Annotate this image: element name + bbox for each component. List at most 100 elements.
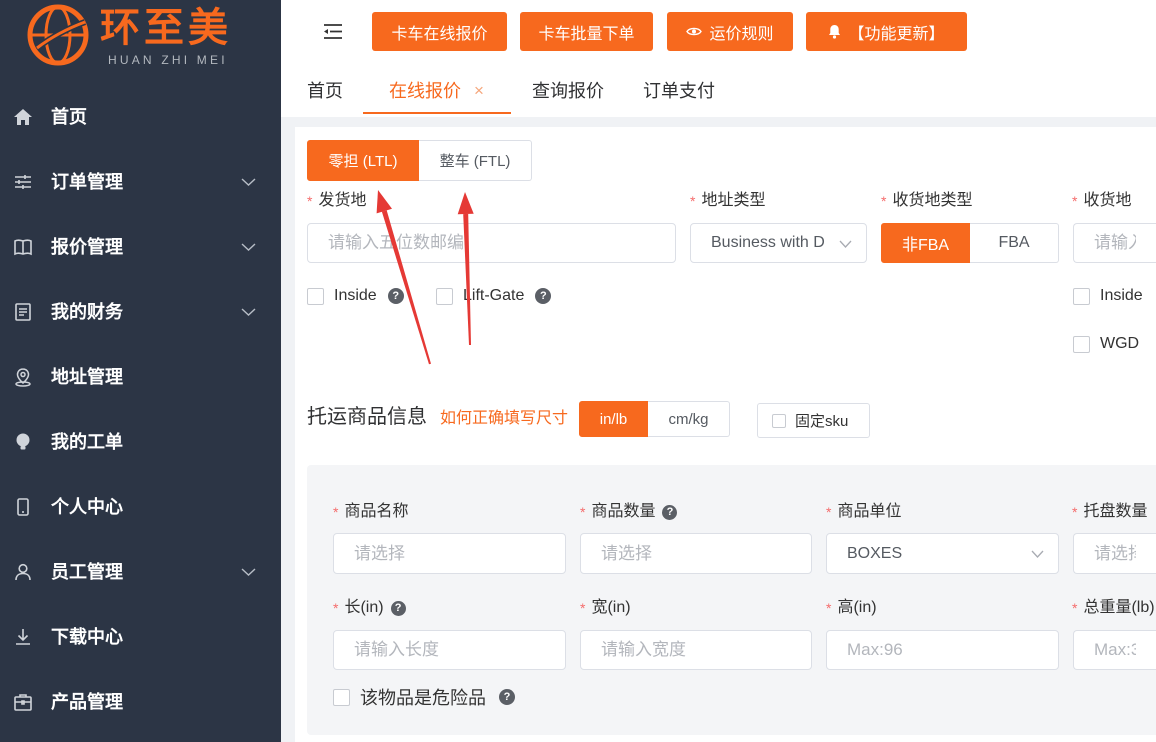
label-text: 发货地 (318, 192, 367, 209)
label-text: 收货地类型 (892, 192, 973, 209)
total-weight-input[interactable] (1073, 630, 1156, 670)
user-icon (15, 563, 31, 581)
required-mark: * (1072, 504, 1078, 520)
destination-type-non-fba[interactable]: 非FBA (881, 223, 970, 263)
product-unit-select[interactable]: BOXES (826, 533, 1059, 574)
label-text: 托盘数量 (1083, 503, 1148, 520)
checkbox[interactable] (772, 413, 786, 428)
tab-close-icon[interactable]: × (474, 80, 484, 102)
help-icon[interactable]: ? (390, 600, 406, 616)
product-quantity-input[interactable] (580, 533, 812, 574)
unit-option-cm-kg[interactable]: cm/kg (648, 401, 730, 437)
label-text: 商品单位 (837, 503, 902, 520)
destination-type-fba[interactable]: FBA (970, 223, 1059, 263)
sidebar-item-tickets[interactable]: 我的工单 (0, 410, 281, 475)
checkbox-label: Lift-Gate (463, 287, 525, 304)
sidebar: 环至美 HUAN ZHI MEI 首页 订单管理 报价管理 我的财务 地址管理 … (0, 0, 281, 742)
sidebar-item-finance[interactable]: 我的财务 (0, 280, 281, 345)
quote-form-card: 零担 (LTL) 整车 (FTL) * 发货地 * 地址类型 * 收货地类型 *… (295, 127, 1156, 742)
label-text: 商品数量 (591, 503, 656, 520)
book-icon (14, 239, 32, 256)
tab-online-quote[interactable]: 在线报价 (389, 80, 461, 102)
checkbox[interactable] (333, 688, 350, 706)
chevron-down-icon (241, 308, 256, 316)
product-name-input[interactable] (333, 533, 566, 574)
height-label: * 高(in) (826, 598, 877, 618)
required-mark: * (333, 600, 339, 616)
address-type-label: * 地址类型 (690, 191, 765, 211)
destination-label: * 收货地 (1072, 191, 1156, 211)
sidebar-item-products[interactable]: 产品管理 (0, 670, 281, 735)
tab-home[interactable]: 首页 (307, 80, 343, 102)
brand-subtitle: HUAN ZHI MEI (108, 53, 228, 67)
destination-type-label: * 收货地类型 (881, 191, 972, 211)
fixed-sku-checkbox[interactable]: 固定sku (757, 403, 870, 438)
sidebar-item-orders[interactable]: 订单管理 (0, 150, 281, 215)
help-icon[interactable]: ? (499, 689, 515, 705)
button-label: 【功能更新】 (848, 25, 945, 43)
destination-wgd-checkbox[interactable]: WGD (1073, 335, 1139, 353)
required-mark: * (690, 193, 696, 209)
pallet-quantity-input[interactable] (1073, 533, 1156, 574)
required-mark: * (826, 504, 832, 520)
help-icon[interactable]: ? (387, 288, 404, 304)
checkbox[interactable] (307, 287, 324, 305)
origin-inside-checkbox[interactable]: Inside ? (307, 287, 404, 305)
cargo-section-title: 托运商品信息 (307, 406, 427, 428)
origin-zip-input[interactable] (307, 223, 676, 263)
label-text: 商品名称 (344, 503, 409, 520)
checkbox[interactable] (1073, 335, 1090, 353)
origin-liftgate-checkbox[interactable]: Lift-Gate ? (436, 287, 552, 305)
label-text: 长(in) (344, 599, 384, 616)
label-text: 地址类型 (701, 192, 766, 209)
help-icon[interactable]: ? (662, 504, 678, 520)
cargo-item-panel: * 商品名称 * 商品数量 ? * 商品单位 * 托盘数量 BOXES * 长(… (307, 465, 1156, 735)
home-icon (14, 109, 32, 125)
checkbox-label: 固定sku (795, 413, 849, 430)
sidebar-item-profile[interactable]: 个人中心 (0, 475, 281, 540)
bulb-icon (16, 433, 30, 450)
sidebar-item-downloads[interactable]: 下载中心 (0, 605, 281, 670)
help-icon[interactable]: ? (535, 288, 552, 304)
feature-update-button[interactable]: 【功能更新】 (806, 12, 967, 51)
sidebar-item-home[interactable]: 首页 (0, 85, 281, 150)
bell-icon (829, 25, 841, 39)
chevron-down-icon (241, 178, 256, 186)
tab-order-payment[interactable]: 订单支付 (643, 80, 715, 102)
freight-rules-button[interactable]: 运价规则 (667, 12, 793, 51)
tab-query-quote[interactable]: 查询报价 (532, 80, 604, 102)
hazardous-checkbox[interactable]: 该物品是危险品 ? (333, 684, 515, 710)
mode-option-ftl[interactable]: 整车 (FTL) (419, 140, 532, 181)
destination-type-switch: 非FBA FBA (881, 223, 1059, 263)
sidebar-item-quotes[interactable]: 报价管理 (0, 215, 281, 280)
sidebar-item-label: 个人中心 (51, 497, 123, 517)
sidebar-item-label: 我的财务 (51, 302, 123, 322)
label-text: 宽(in) (591, 599, 631, 616)
button-label: 卡车批量下单 (538, 25, 635, 43)
button-label: 运价规则 (709, 25, 774, 43)
destination-inside-checkbox[interactable]: Inside (1073, 287, 1143, 305)
sidebar-item-address[interactable]: 地址管理 (0, 345, 281, 410)
checkbox-label: Inside (334, 287, 377, 304)
sliders-icon (15, 175, 31, 189)
checkbox-label: Inside (1100, 287, 1143, 304)
sidebar-item-label: 订单管理 (51, 172, 123, 192)
destination-zip-input[interactable] (1073, 223, 1156, 263)
chevron-down-icon (241, 243, 256, 251)
size-help-link[interactable]: 如何正确填写尺寸 (440, 409, 568, 429)
checkbox[interactable] (1073, 287, 1090, 305)
sidebar-item-staff[interactable]: 员工管理 (0, 540, 281, 605)
width-input[interactable] (580, 630, 812, 670)
sidebar-item-label: 报价管理 (51, 237, 123, 257)
menu-fold-icon[interactable] (322, 23, 344, 40)
truck-online-quote-button[interactable]: 卡车在线报价 (372, 12, 507, 51)
height-input[interactable] (826, 630, 1059, 670)
required-mark: * (1072, 600, 1078, 616)
length-input[interactable] (333, 630, 566, 670)
truck-bulk-order-button[interactable]: 卡车批量下单 (520, 12, 653, 51)
globe-logo-icon (27, 4, 89, 66)
unit-option-in-lb[interactable]: in/lb (579, 401, 648, 437)
mode-option-ltl[interactable]: 零担 (LTL) (307, 140, 419, 181)
address-type-select[interactable]: Business with D (690, 223, 867, 263)
checkbox[interactable] (436, 287, 453, 305)
